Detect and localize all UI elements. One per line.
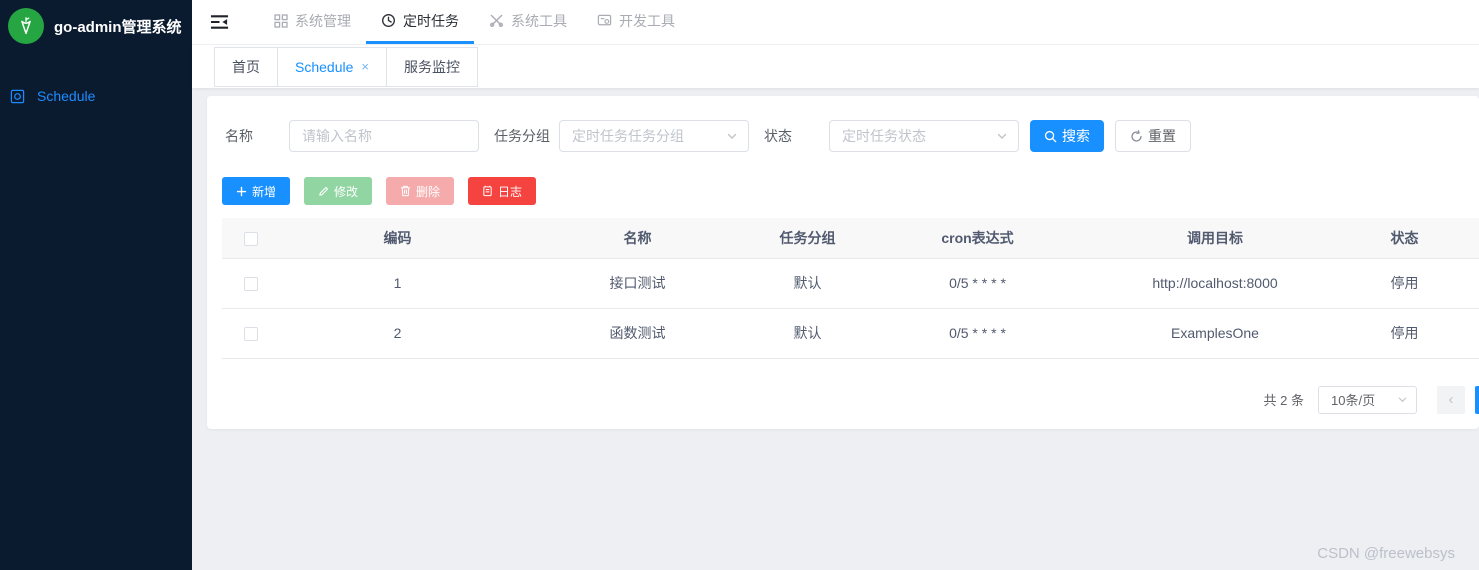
logo-row: go-admin管理系统 [0,0,192,52]
column-header-name: 名称 [515,218,760,259]
tab-label: 首页 [232,58,260,75]
group-select-placeholder: 定时任务任务分组 [572,128,684,144]
page-size-select[interactable]: 10条/页 [1318,385,1417,414]
refresh-icon [1130,129,1143,143]
cell-name: 接口测试 [515,258,760,309]
search-button[interactable]: 搜索 [1030,120,1104,152]
status-label: 状态 [764,128,792,144]
group-select[interactable]: 定时任务任务分组 [559,120,749,152]
search-button-label: 搜索 [1062,128,1090,144]
row-checkbox[interactable] [244,327,258,342]
nav-item-label: 系统工具 [511,12,567,29]
status-select[interactable]: 定时任务状态 [829,120,1019,152]
chevron-down-icon [726,130,738,142]
close-icon[interactable]: × [361,60,369,73]
reset-button[interactable]: 重置 [1115,120,1191,152]
nav-item-label: 定时任务 [403,12,459,29]
timer-icon [381,13,396,28]
watermark-text: CSDN @freewebsys [1317,545,1455,562]
cell-code: 2 [280,308,515,359]
sidebar-item-label: Schedule [37,88,96,104]
column-header-code: 编码 [280,218,515,259]
reset-button-label: 重置 [1148,128,1176,144]
nav-item-label: 开发工具 [619,12,675,29]
name-input[interactable] [289,120,479,152]
trash-icon [400,185,411,197]
app-title: go-admin管理系统 [54,18,182,36]
cell-target: ExamplesOne [1100,308,1330,359]
chevron-left-icon: ‹ [1448,391,1454,408]
name-label: 名称 [225,128,253,144]
nav-item-scheduled-tasks[interactable]: 定时任务 [366,0,474,44]
tab-label: Schedule [295,58,354,75]
log-document-icon [482,185,493,197]
search-icon [1044,130,1057,143]
filter-row: 名称 任务分组 定时任务任务分组 状态 定时任务状态 搜索 [222,120,1479,152]
schedule-icon [10,89,25,104]
group-label: 任务分组 [494,128,550,144]
cell-status: 停用 [1330,258,1479,309]
cell-group: 默认 [760,258,855,309]
chevron-down-icon [996,130,1008,142]
page-size-value: 10条/页 [1331,393,1376,408]
add-button-label: 新增 [252,184,277,199]
column-header-group: 任务分组 [760,218,855,259]
dev-tools-icon [597,13,612,28]
status-select-placeholder: 定时任务状态 [842,128,926,144]
pencil-icon [318,186,329,197]
table-toolbar: 新增 修改 删除 日志 [222,177,1479,205]
log-button-label: 日志 [498,184,523,199]
chevron-down-icon [1397,394,1408,405]
page-1-button[interactable] [1475,385,1479,414]
cell-status: 停用 [1330,308,1479,359]
column-header-cron: cron表达式 [855,218,1100,259]
content-area: 名称 任务分组 定时任务任务分组 状态 定时任务状态 搜索 [192,88,1479,570]
nav-item-label: 系统管理 [295,12,351,29]
schedule-table: 编码 名称 任务分组 cron表达式 调用目标 状态 1 接口测试 默认 0/5… [222,218,1479,359]
tools-icon [489,13,504,28]
table-row[interactable]: 1 接口测试 默认 0/5 * * * * http://localhost:8… [222,258,1479,309]
delete-button[interactable]: 删除 [386,177,455,205]
cell-cron: 0/5 * * * * [855,258,1100,309]
sidebar: go-admin管理系统 Schedule [0,0,192,570]
cell-cron: 0/5 * * * * [855,308,1100,359]
go-admin-logo-icon [8,8,44,44]
column-header-status: 状态 [1330,218,1479,259]
tab-schedule[interactable]: Schedule × [277,46,387,87]
table-row[interactable]: 2 函数测试 默认 0/5 * * * * ExamplesOne 停用 [222,308,1479,359]
tab-home[interactable]: 首页 [214,46,278,87]
total-count-label: 共 2 条 [1263,393,1304,408]
nav-item-system-tools[interactable]: 系统工具 [474,0,582,44]
log-button[interactable]: 日志 [468,177,537,205]
prev-page-button[interactable]: ‹ [1437,385,1465,414]
cell-code: 1 [280,258,515,309]
select-all-checkbox[interactable] [244,231,258,246]
select-all-header [222,218,280,259]
column-header-target: 调用目标 [1100,218,1330,259]
tab-label: 服务监控 [403,58,460,75]
cell-group: 默认 [760,308,855,359]
delete-button-label: 删除 [416,184,441,199]
sidebar-item-schedule[interactable]: Schedule [0,76,192,116]
nav-item-system-admin[interactable]: 系统管理 [259,0,366,44]
tab-bar: 首页 Schedule × 服务监控 [192,45,1479,88]
table-header-row: 编码 名称 任务分组 cron表达式 调用目标 状态 [222,218,1479,259]
nav-item-dev-tools[interactable]: 开发工具 [582,0,690,44]
edit-button-label: 修改 [334,184,359,199]
tab-service-monitor[interactable]: 服务监控 [385,46,478,87]
cell-target: http://localhost:8000 [1100,258,1330,309]
plus-icon [236,186,247,197]
add-button[interactable]: 新增 [222,177,291,205]
row-checkbox[interactable] [244,277,258,292]
pagination: 共 2 条 10条/页 ‹ [222,385,1479,414]
cell-name: 函数测试 [515,308,760,359]
grid-icon [274,13,288,28]
sidebar-collapse-icon[interactable] [210,14,229,30]
app-window: go-admin管理系统 Schedule 系统管理 定时任务 系统工具 开发工… [0,0,1479,570]
main-area: 系统管理 定时任务 系统工具 开发工具 首页 Schedule × 服务监控 名… [192,0,1479,570]
top-navbar: 系统管理 定时任务 系统工具 开发工具 [192,0,1479,45]
schedule-card: 名称 任务分组 定时任务任务分组 状态 定时任务状态 搜索 [207,96,1479,429]
edit-button[interactable]: 修改 [304,177,373,205]
